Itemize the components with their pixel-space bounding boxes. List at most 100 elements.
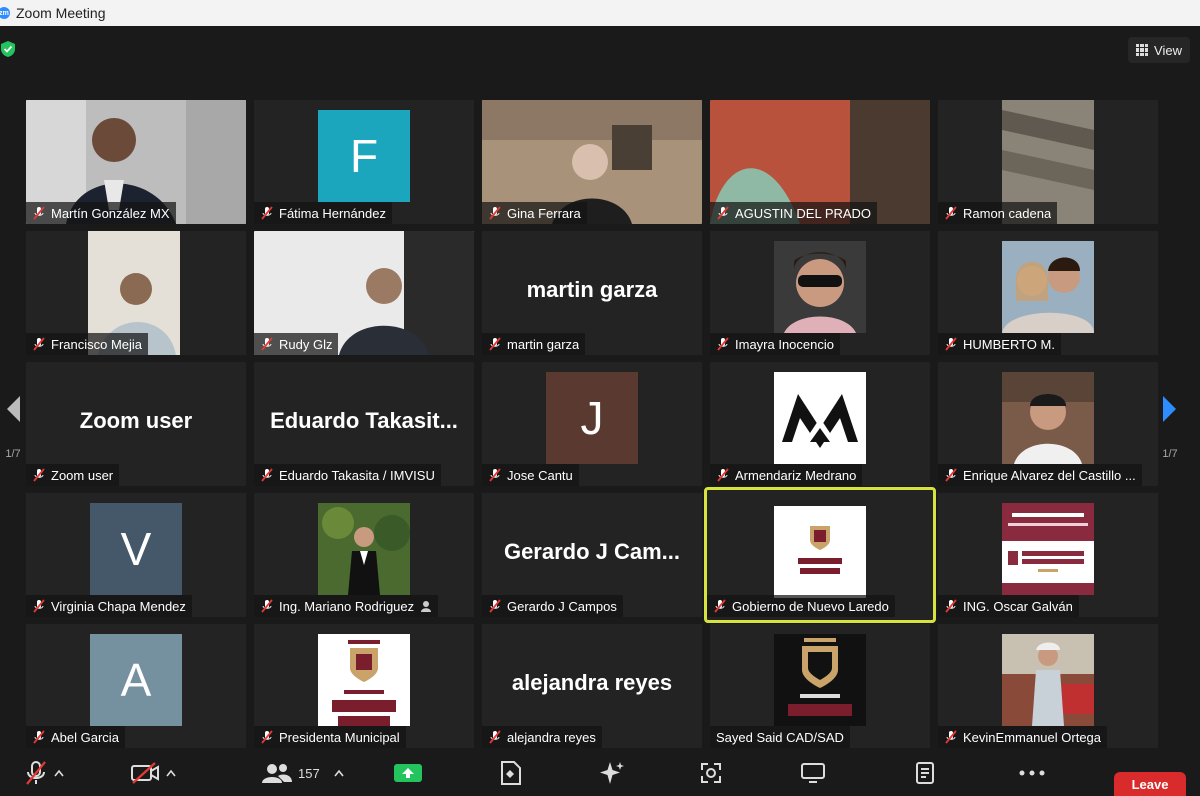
window-title: Zoom Meeting bbox=[16, 5, 106, 21]
muted-mic-icon bbox=[261, 206, 273, 220]
window-titlebar: zm Zoom Meeting bbox=[0, 0, 1200, 26]
muted-mic-icon bbox=[33, 468, 45, 482]
participant-tile[interactable]: Imayra Inocencio bbox=[710, 231, 930, 355]
participant-tile[interactable]: Zoom user Zoom user bbox=[26, 362, 246, 486]
participant-tile[interactable]: Sayed Said CAD/SAD bbox=[710, 624, 930, 748]
participant-name-label: Martín González MX bbox=[26, 202, 176, 224]
participant-tile[interactable]: AGUSTIN DEL PRADO bbox=[710, 100, 930, 224]
participant-tile[interactable]: Ramon cadena bbox=[938, 100, 1158, 224]
participant-display-name: alejandra reyes bbox=[511, 669, 673, 695]
muted-mic-icon bbox=[717, 206, 729, 220]
muted-mic-icon bbox=[489, 337, 501, 351]
participant-tile[interactable]: KevinEmmanuel Ortega bbox=[938, 624, 1158, 748]
participant-photo bbox=[318, 503, 410, 595]
muted-mic-icon bbox=[33, 206, 45, 220]
notes-button[interactable] bbox=[500, 758, 522, 788]
participant-tile[interactable]: martin garza martin garza bbox=[482, 231, 702, 355]
muted-mic-icon bbox=[489, 206, 501, 220]
participants-count: 157 bbox=[298, 765, 320, 781]
muted-mic-icon bbox=[26, 761, 46, 785]
participant-name-label: Zoom user bbox=[26, 464, 120, 486]
grid-view-icon bbox=[1136, 44, 1149, 56]
leave-button[interactable]: Leave bbox=[1114, 772, 1186, 796]
share-screen-button[interactable] bbox=[394, 758, 422, 788]
participant-avatar: F bbox=[318, 110, 410, 202]
participant-tile[interactable]: HUMBERTO M. bbox=[938, 231, 1158, 355]
participant-tile[interactable]: Armendariz Medrano bbox=[710, 362, 930, 486]
participant-photo bbox=[1002, 372, 1094, 464]
muted-mic-icon bbox=[945, 206, 957, 220]
muted-mic-icon bbox=[945, 337, 957, 351]
participant-name-label: Imayra Inocencio bbox=[710, 333, 840, 355]
muted-mic-icon bbox=[717, 468, 729, 482]
share-screen-icon bbox=[394, 764, 422, 782]
participant-tile[interactable]: Ing. Mariano Rodriguez bbox=[254, 493, 474, 617]
participant-tile[interactable]: ING. Oscar Galván bbox=[938, 493, 1158, 617]
chevron-up-icon[interactable] bbox=[54, 769, 64, 777]
participant-tile[interactable]: Francisco Mejia bbox=[26, 231, 246, 355]
participant-name-label: Fátima Hernández bbox=[254, 202, 392, 224]
muted-mic-icon bbox=[489, 599, 501, 613]
meeting-toolbar: 157 Leave bbox=[0, 750, 1200, 796]
sparkle-icon bbox=[600, 762, 624, 784]
participant-logo bbox=[318, 634, 410, 726]
participant-name-label: Ing. Mariano Rodriguez bbox=[254, 595, 439, 617]
participant-avatar: V bbox=[90, 503, 182, 595]
participant-name-label: Gerardo J Campos bbox=[482, 595, 623, 617]
participant-logo bbox=[774, 506, 866, 598]
participant-tile[interactable]: Eduardo Takasit... Eduardo Takasita / IM… bbox=[254, 362, 474, 486]
page-indicator-left: 1/7 bbox=[5, 448, 21, 460]
notes-icon bbox=[916, 762, 934, 784]
active-speaker-tile[interactable]: Gobierno de Nuevo Laredo bbox=[704, 487, 936, 623]
user-icon bbox=[421, 601, 432, 612]
muted-mic-icon bbox=[33, 730, 45, 744]
participant-name-label: Virginia Chapa Mendez bbox=[26, 595, 192, 617]
muted-mic-icon bbox=[261, 337, 273, 351]
participant-photo bbox=[1002, 241, 1094, 333]
view-button[interactable]: View bbox=[1128, 37, 1190, 63]
participant-display-name: Eduardo Takasit... bbox=[270, 407, 458, 433]
unmute-button[interactable] bbox=[24, 758, 64, 788]
participant-tile[interactable]: Gina Ferrara bbox=[482, 100, 702, 224]
participant-tile[interactable]: Presidenta Municipal bbox=[254, 624, 474, 748]
participant-tile[interactable]: Martín González MX bbox=[26, 100, 246, 224]
apps-button[interactable] bbox=[700, 758, 722, 788]
zoom-app-icon: zm bbox=[0, 7, 10, 19]
participant-name-label: Jose Cantu bbox=[482, 464, 579, 486]
participant-tile[interactable]: Gerardo J Cam... Gerardo J Campos bbox=[482, 493, 702, 617]
start-video-button[interactable] bbox=[130, 758, 176, 788]
muted-mic-icon bbox=[945, 599, 957, 613]
page-indicator-right: 1/7 bbox=[1162, 448, 1178, 460]
participant-tile[interactable]: A Abel Garcia bbox=[26, 624, 246, 748]
participant-tile[interactable]: Enrique Alvarez del Castillo ... bbox=[938, 362, 1158, 486]
muted-mic-icon bbox=[489, 730, 501, 744]
participant-tile[interactable]: V Virginia Chapa Mendez bbox=[26, 493, 246, 617]
participant-display-name: martin garza bbox=[526, 276, 658, 302]
participant-logo bbox=[774, 372, 866, 464]
participant-name-label: Ramon cadena bbox=[938, 202, 1058, 224]
participant-name-label: Eduardo Takasita / IMVISU bbox=[254, 464, 441, 486]
muted-mic-icon bbox=[714, 599, 726, 613]
chevron-up-icon[interactable] bbox=[166, 769, 176, 777]
muted-mic-icon bbox=[945, 468, 957, 482]
chat-button[interactable] bbox=[914, 758, 936, 788]
participant-tile[interactable]: F Fátima Hernández bbox=[254, 100, 474, 224]
participant-avatar: A bbox=[90, 634, 182, 726]
muted-mic-icon bbox=[261, 730, 273, 744]
whiteboard-button[interactable] bbox=[800, 758, 826, 788]
participant-avatar: J bbox=[546, 372, 638, 464]
ai-companion-button[interactable] bbox=[598, 758, 626, 788]
prev-page-control[interactable]: 1/7 bbox=[0, 372, 26, 482]
view-label: View bbox=[1154, 42, 1182, 58]
more-button[interactable] bbox=[1018, 758, 1046, 788]
participant-tile[interactable]: J Jose Cantu bbox=[482, 362, 702, 486]
participant-tile[interactable]: Rudy Glz bbox=[254, 231, 474, 355]
chevron-left-icon[interactable] bbox=[4, 394, 22, 424]
chevron-up-icon[interactable] bbox=[334, 769, 344, 777]
participants-button[interactable]: 157 bbox=[262, 758, 344, 788]
participant-display-name: Zoom user bbox=[79, 407, 193, 433]
participant-tile[interactable]: alejandra reyes alejandra reyes bbox=[482, 624, 702, 748]
encryption-shield-icon[interactable] bbox=[0, 40, 16, 58]
chevron-right-icon[interactable] bbox=[1161, 394, 1179, 424]
participant-name-label: Sayed Said CAD/SAD bbox=[710, 726, 850, 748]
